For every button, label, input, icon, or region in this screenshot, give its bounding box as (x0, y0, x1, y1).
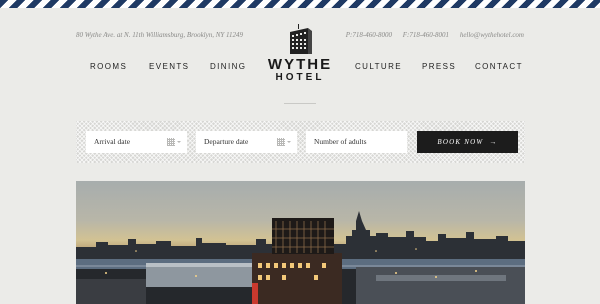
contact-info: P:718-460-8000 F:718-460-8001 hello@wyth… (337, 31, 524, 39)
book-now-button[interactable]: BOOK NOW → (417, 131, 518, 153)
logo-divider (284, 103, 316, 104)
nav-culture[interactable]: CULTURE (355, 62, 402, 71)
striped-top-border (0, 0, 600, 8)
building-icon (290, 24, 312, 54)
logo-subtitle: HOTEL (275, 72, 325, 83)
calendar-icon[interactable] (277, 138, 291, 146)
arrival-date-field[interactable]: Arrival date (86, 131, 187, 153)
booking-form: Arrival date Departure date Number of ad… (76, 121, 525, 163)
fax-number: F:718-460-8001 (402, 31, 450, 39)
nav-press[interactable]: PRESS (422, 62, 456, 71)
skyline-illustration (76, 211, 525, 304)
departure-date-placeholder: Departure date (204, 137, 249, 146)
nav-events[interactable]: EVENTS (149, 62, 189, 71)
hotel-address: 80 Wythe Ave. at N. 11th Williamsburg, B… (76, 31, 244, 39)
phone-number[interactable]: P:718-460-8000 (346, 31, 392, 39)
hotel-logo[interactable]: WYTHE HOTEL (262, 24, 338, 96)
departure-date-field[interactable]: Departure date (196, 131, 297, 153)
nav-dining[interactable]: DINING (210, 62, 246, 71)
adults-placeholder: Number of adults (314, 137, 367, 146)
hero-city-photo (76, 181, 525, 304)
email-link[interactable]: hello@wythehotel.com (460, 31, 524, 39)
calendar-icon[interactable] (167, 138, 181, 146)
nav-contact[interactable]: CONTACT (475, 62, 523, 71)
arrival-date-placeholder: Arrival date (94, 137, 131, 146)
nav-rooms[interactable]: ROOMS (90, 62, 127, 71)
book-now-label: BOOK NOW (437, 138, 484, 146)
logo-title: WYTHE (267, 56, 333, 73)
arrow-right-icon: → (489, 138, 498, 146)
adults-select[interactable]: Number of adults (306, 131, 407, 153)
